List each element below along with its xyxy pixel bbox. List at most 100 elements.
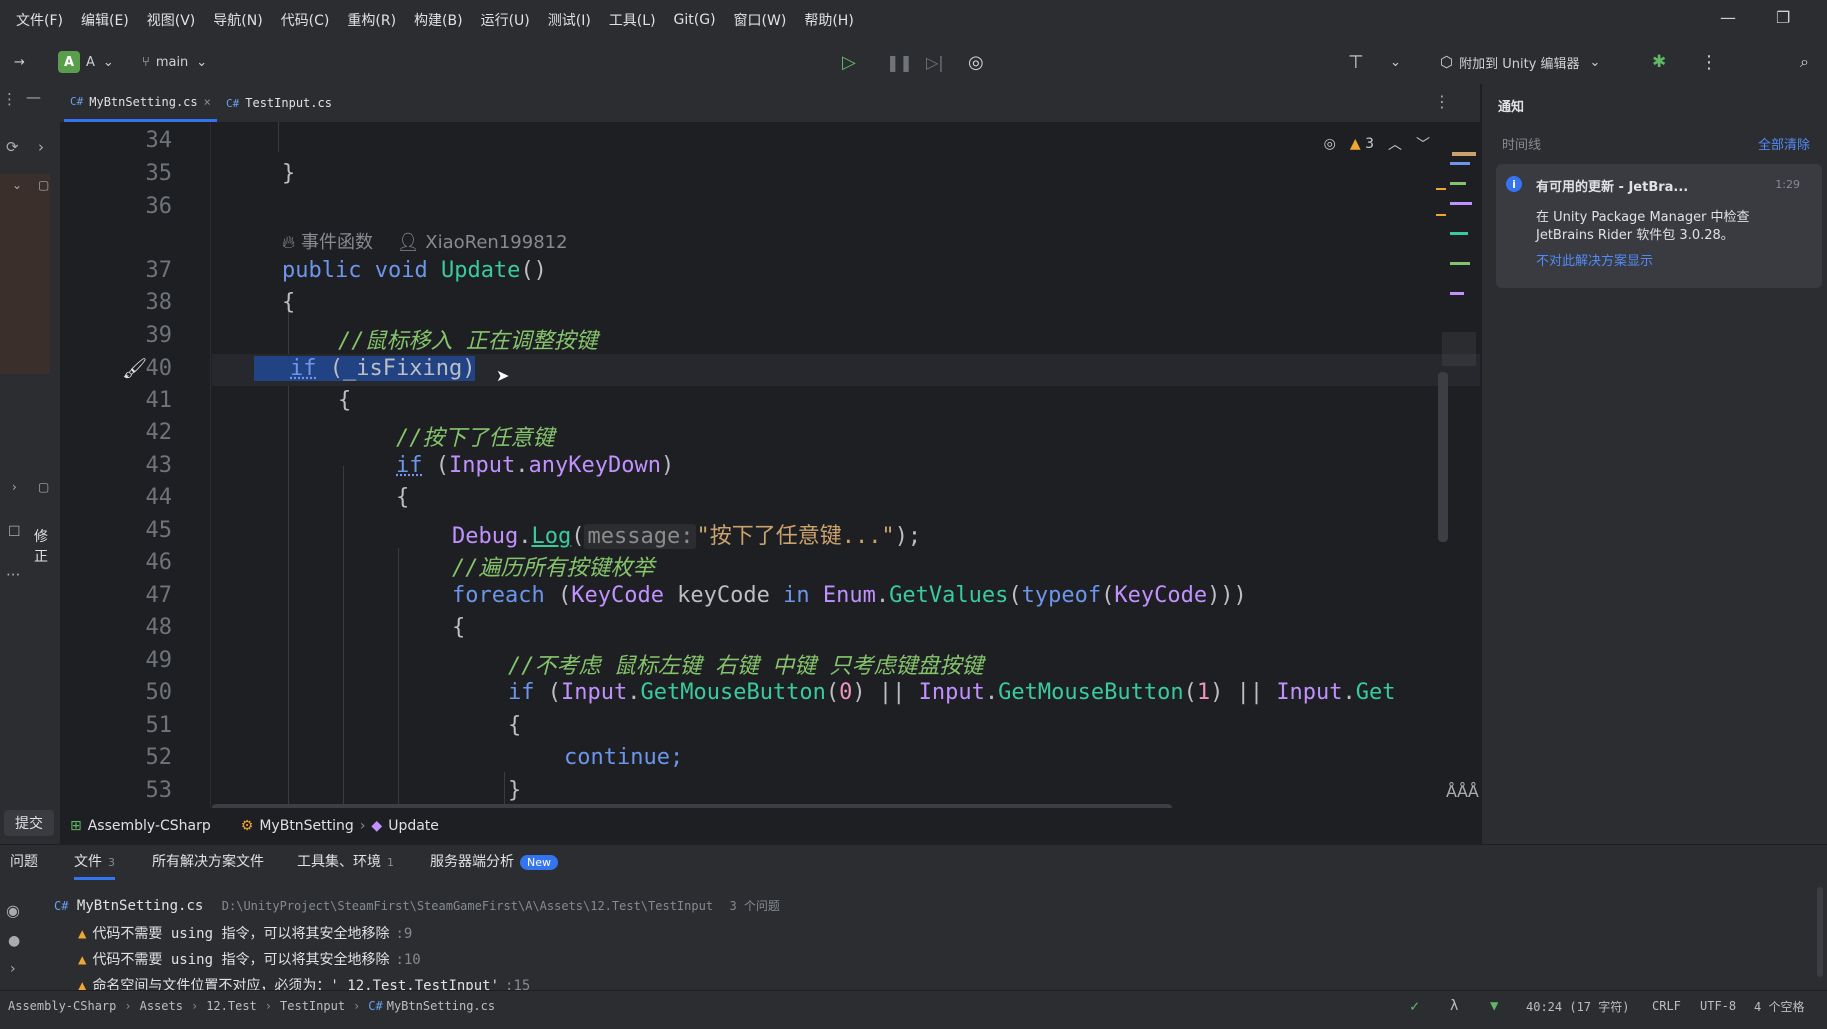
menu-edit[interactable]: 编辑(E) — [72, 10, 138, 30]
menu-file[interactable]: 文件(F) — [0, 10, 72, 30]
vcs-down-icon[interactable]: ▼ — [1490, 991, 1498, 1021]
minimap[interactable] — [1436, 122, 1476, 682]
fix-checkbox[interactable]: ☐ — [8, 524, 21, 540]
tab-problems[interactable]: 问题 — [10, 851, 38, 871]
chevron-right-icon[interactable]: › — [12, 480, 17, 494]
more-vertical-icon[interactable]: ⋮ — [1434, 92, 1450, 111]
problem-item[interactable]: ▲ 代码不需要 using 指令，可以将其安全地移除:10 — [78, 949, 421, 969]
notifications-title: 通知 — [1498, 100, 1525, 115]
code-line-39: //鼠标移入 正在调整按键 — [338, 329, 598, 354]
file-encoding[interactable]: UTF-8 — [1700, 991, 1736, 1021]
hide-eye-icon[interactable]: ◎ — [1324, 136, 1336, 152]
status-path-item[interactable]: Assets — [140, 999, 183, 1013]
collapse-icon[interactable]: — — [26, 88, 41, 106]
tab-all-solution-files[interactable]: 所有解决方案文件 — [152, 851, 264, 871]
more-vertical-icon[interactable]: ⋮ — [1700, 40, 1718, 84]
search-icon[interactable]: ⌕ — [1800, 40, 1809, 84]
menu-view[interactable]: 视图(V) — [138, 10, 205, 30]
csharp-file-icon: C# — [70, 95, 84, 108]
flame-icon: 🔥︎ — [282, 232, 296, 253]
menu-run[interactable]: 运行(U) — [472, 10, 539, 30]
codelens-author[interactable]: XiaoRen199812 — [425, 232, 567, 253]
sync-icon[interactable]: ⟳ — [6, 138, 19, 156]
menu-window[interactable]: 窗口(W) — [725, 10, 796, 30]
status-path-item[interactable]: Assembly-CSharp — [8, 999, 116, 1013]
chevron-down-icon[interactable]: ﹀ — [1416, 134, 1430, 154]
restore-icon[interactable]: ❐ — [1776, 8, 1790, 27]
code-line-43: if (Input.anyKeyDown) — [396, 453, 675, 478]
clear-all-link[interactable]: 全部清除 — [1758, 134, 1810, 153]
build-hammer-icon[interactable]: ⊤ — [1348, 40, 1364, 84]
menu-code[interactable]: 代码(C) — [272, 10, 339, 30]
problem-item[interactable]: ▲ 命名空间与文件位置不对应，必须为：' 12.Test.TestInput':1… — [78, 975, 530, 991]
run-icon[interactable]: ▷ — [842, 40, 856, 84]
chevron-down-icon[interactable]: ⌄ — [1390, 40, 1401, 84]
line-number: 43 — [145, 453, 173, 478]
tab-server-analysis[interactable]: 服务器端分析 New — [430, 851, 558, 871]
code-editor[interactable]: 34 35 36 37 38 39 40 41 42 43 44 45 46 4… — [60, 122, 1480, 808]
back-arrow-icon[interactable]: → — [14, 40, 25, 84]
lightbulb-icon[interactable]: ● — [8, 933, 20, 949]
profiler-icon[interactable]: ◎ — [968, 40, 984, 84]
lambda-icon[interactable]: λ — [1450, 991, 1458, 1021]
menu-refactor[interactable]: 重构(R) — [338, 10, 405, 30]
status-path-item[interactable]: TestInput — [280, 999, 345, 1013]
notification-body: JetBrains Rider 软件包 3.0.28。 — [1536, 228, 1734, 243]
checkbox-icon[interactable]: ▢ — [38, 480, 49, 494]
chevron-right-icon[interactable]: › — [38, 138, 44, 156]
menu-help[interactable]: 帮助(H) — [795, 10, 862, 30]
reader-mode-icon[interactable]: ÅÅÅ — [1446, 782, 1479, 801]
indent-setting[interactable]: 4 个空格 — [1754, 991, 1804, 1021]
warning-count[interactable]: ▲ 3 — [1350, 136, 1374, 152]
debug-bug-icon[interactable]: ✱ — [1652, 40, 1666, 84]
more-vertical-icon[interactable]: ⋮ — [2, 90, 17, 108]
main-toolbar: → A A ⌄ ⑂ main ⌄ ▷ ❚❚ ▷| ◎ ⊤ ⌄ ⬡ 附加到 Uni… — [0, 40, 1827, 85]
vertical-scrollbar[interactable] — [1438, 372, 1448, 542]
codelens-event[interactable]: 事件函数 — [301, 232, 373, 253]
minimize-icon[interactable]: — — [1720, 8, 1736, 27]
line-ending[interactable]: CRLF — [1652, 991, 1681, 1021]
project-selector[interactable]: A A ⌄ — [58, 40, 114, 84]
chevron-down-icon[interactable]: ⌄ — [12, 178, 22, 192]
quick-action-brush-icon[interactable]: 🖌 — [122, 356, 147, 380]
problem-count: 3 个问题 — [729, 899, 780, 913]
line-number: 48 — [145, 615, 173, 640]
menu-navigate[interactable]: 导航(N) — [204, 10, 271, 30]
step-icon[interactable]: ▷| — [926, 40, 944, 84]
tab-toolset-environment[interactable]: 工具集、环境 1 — [297, 851, 394, 871]
status-bar: Assembly-CSharp › Assets › 12.Test › Tes… — [0, 990, 1827, 1029]
menu-tools[interactable]: 工具(L) — [600, 10, 665, 30]
line-number: 35 — [145, 161, 173, 186]
chevron-up-icon[interactable]: ︿ — [1388, 134, 1402, 154]
attach-label: 附加到 Unity 编辑器 — [1459, 56, 1580, 72]
check-circle-icon[interactable]: ✓ — [1410, 991, 1419, 1021]
cursor-position[interactable]: 40:24 (17 字符) — [1526, 991, 1629, 1021]
tab-mybtnsetting[interactable]: C# MyBtnSetting.cs × — [64, 84, 217, 122]
pause-icon[interactable]: ❚❚ — [886, 40, 913, 84]
breadcrumb-item[interactable]: MyBtnSetting — [259, 818, 353, 834]
menu-test[interactable]: 测试(I) — [539, 10, 600, 30]
status-path-item[interactable]: MyBtnSetting.cs — [387, 999, 495, 1013]
problems-scrollbar[interactable] — [1817, 887, 1823, 977]
checkbox-icon[interactable]: ▢ — [38, 178, 49, 192]
breadcrumb-item[interactable]: Assembly-CSharp — [88, 818, 211, 834]
status-path-item[interactable]: 12.Test — [206, 999, 257, 1013]
menu-build[interactable]: 构建(B) — [405, 10, 472, 30]
menu-git[interactable]: Git(G) — [665, 12, 725, 28]
attach-unity-button[interactable]: ⬡ 附加到 Unity 编辑器 ⌄ — [1440, 40, 1600, 84]
chevron-right-icon[interactable]: › — [10, 961, 16, 977]
notification-card[interactable]: i 有可用的更新 - JetBra... 1:29 在 Unity Packag… — [1496, 164, 1822, 288]
problem-item[interactable]: ▲ 代码不需要 using 指令，可以将其安全地移除:9 — [78, 923, 412, 943]
eye-icon[interactable]: ◉ — [6, 901, 20, 920]
problem-file-row[interactable]: C# MyBtnSetting.cs D:\UnityProject\Steam… — [54, 897, 780, 914]
breadcrumb-item[interactable]: Update — [388, 818, 439, 834]
more-horizontal-icon[interactable]: ··· — [6, 566, 20, 584]
branch-selector[interactable]: ⑂ main ⌄ — [142, 40, 207, 84]
project-name: A — [86, 54, 95, 70]
commit-button[interactable]: 提交 — [4, 810, 54, 836]
tab-testinput[interactable]: C# TestInput.cs — [226, 84, 332, 122]
tab-files[interactable]: 文件 3 — [74, 851, 115, 880]
close-icon[interactable]: × — [204, 95, 211, 109]
line-number: 45 — [145, 518, 173, 543]
dont-show-link[interactable]: 不对此解决方案显示 — [1536, 250, 1653, 269]
